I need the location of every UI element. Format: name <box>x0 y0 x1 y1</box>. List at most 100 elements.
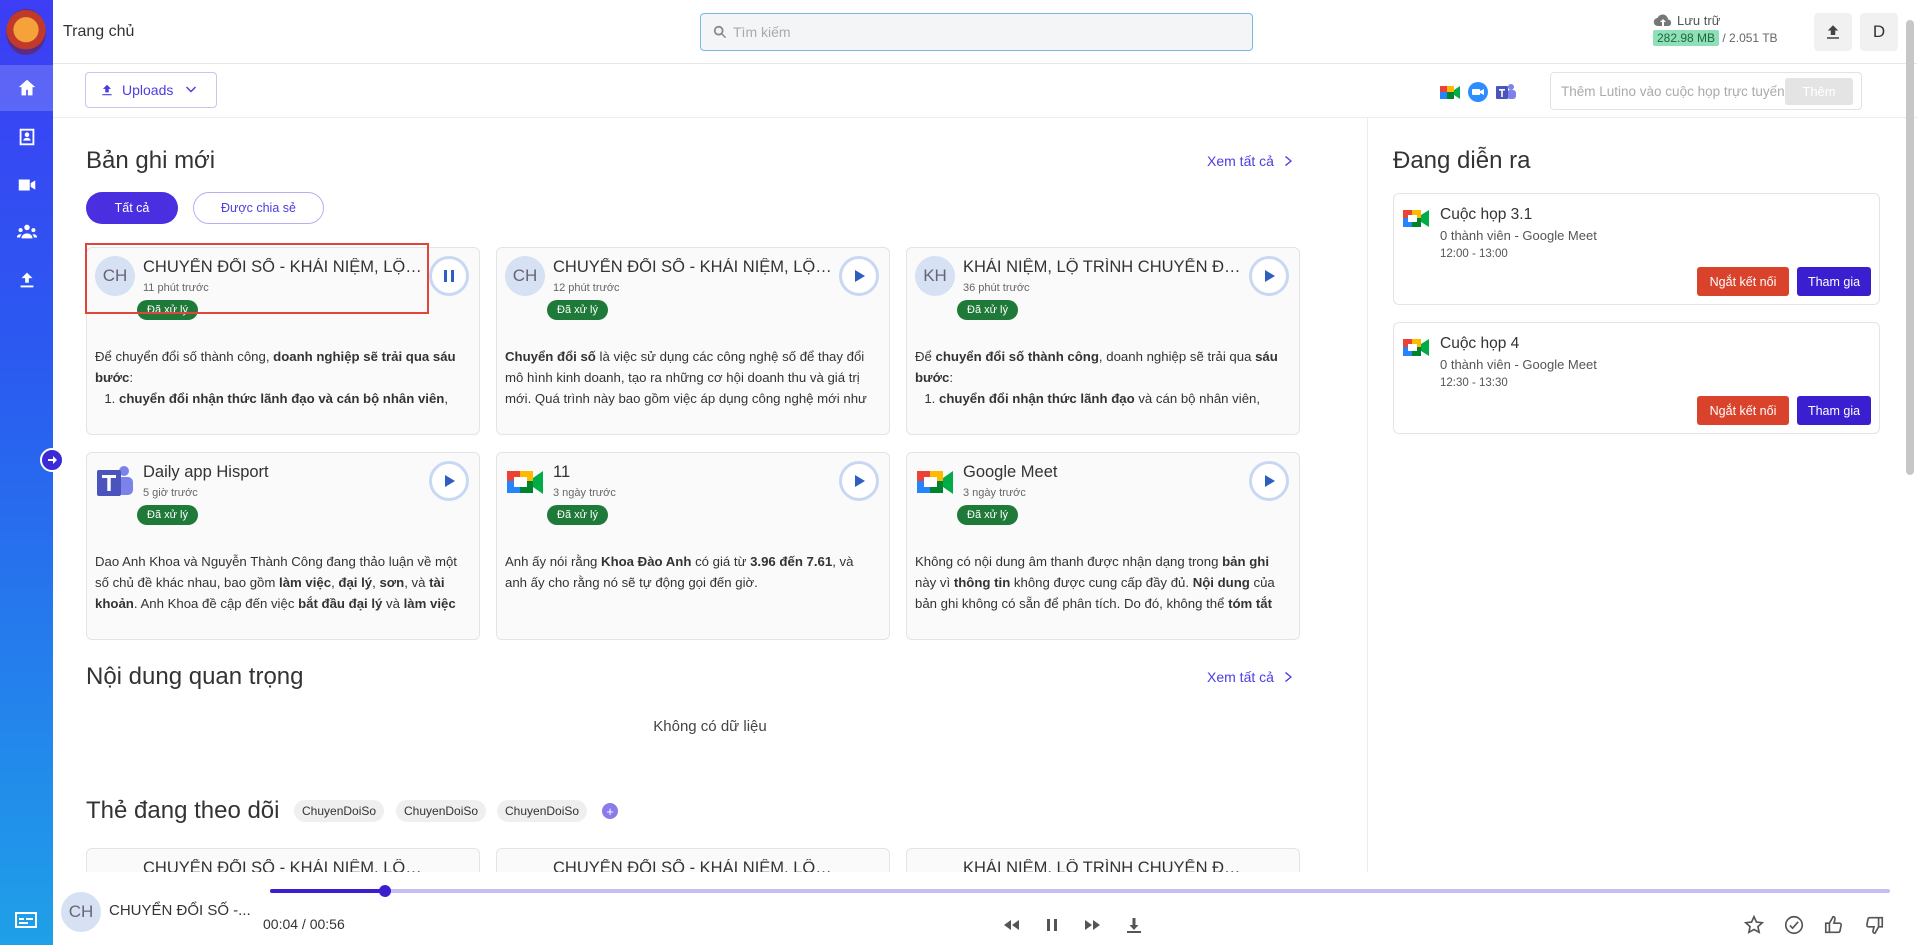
thumbs-down-icon <box>1865 916 1884 935</box>
teams-icon <box>97 466 133 496</box>
play-button[interactable] <box>1249 461 1289 501</box>
tags-title: Thẻ đang theo dõi <box>86 797 280 824</box>
star-button[interactable] <box>1743 914 1765 936</box>
play-button[interactable] <box>839 461 879 501</box>
meeting-link-input[interactable] <box>1561 83 1791 99</box>
card-summary: Anh ấy nói rằng Khoa Đào Anh có giá từ 3… <box>505 554 854 590</box>
page-scrollbar[interactable] <box>1906 20 1914 475</box>
pause-icon <box>444 270 454 282</box>
tag-chip[interactable]: ChuyenDoiSo <box>396 800 487 822</box>
rewind-button[interactable] <box>1001 915 1021 935</box>
star-icon <box>1743 914 1765 934</box>
join-button[interactable]: Tham gia <box>1797 396 1871 425</box>
status-badge: Đã xử lý <box>547 505 608 525</box>
important-see-all-link[interactable]: Xem tất cả <box>1207 669 1294 685</box>
tag-chip[interactable]: ChuyenDoiSo <box>294 800 385 822</box>
thumbs-up-icon <box>1824 915 1843 934</box>
dislike-button[interactable] <box>1863 914 1885 936</box>
expand-sidebar-button[interactable] <box>40 448 64 472</box>
avatar: CH <box>61 892 101 932</box>
status-badge: Đã xử lý <box>547 300 608 320</box>
play-icon <box>1265 270 1275 282</box>
player-time: 00:04 / 00:56 <box>263 916 345 932</box>
see-all-label: Xem tất cả <box>1207 669 1274 685</box>
recent-see-all-link[interactable]: Xem tất cả <box>1207 153 1294 169</box>
live-title: Đang diễn ra <box>1393 147 1531 174</box>
search-box[interactable] <box>700 13 1253 51</box>
meeting-card[interactable]: Cuộc họp 3.1 0 thành viên - Google Meet … <box>1393 193 1880 305</box>
play-icon <box>855 475 865 487</box>
recent-title: Bản ghi mới <box>86 147 216 174</box>
recording-card[interactable]: KH KHÁI NIỆM, LỘ TRÌNH CHUYỂN ĐỔI SỐ... … <box>906 247 1300 435</box>
upload-icon <box>1827 25 1839 39</box>
upload-button[interactable] <box>1814 13 1852 51</box>
pause-button[interactable] <box>1042 915 1062 935</box>
uploads-dropdown[interactable]: Uploads <box>85 72 217 108</box>
see-all-label: Xem tất cả <box>1207 153 1274 169</box>
sidebar <box>0 0 53 945</box>
card-title[interactable]: Daily app Hisport <box>143 463 423 482</box>
recording-card[interactable]: Daily app Hisport 5 giờ trước Đã xử lý D… <box>86 452 480 640</box>
meeting-name: Cuộc họp 3.1 <box>1440 206 1533 223</box>
disconnect-button[interactable]: Ngắt kết nối <box>1697 267 1789 296</box>
card-title[interactable]: 11 <box>553 463 833 482</box>
user-avatar[interactable]: D <box>1860 13 1898 51</box>
status-badge: Đã xử lý <box>957 505 1018 525</box>
add-bot-button[interactable]: Thêm <box>1785 78 1853 105</box>
storage-label: Lưu trữ <box>1677 12 1721 28</box>
google-meet-icon <box>507 471 543 494</box>
play-icon <box>855 270 865 282</box>
recording-card[interactable]: Google Meet 3 ngày trước Đã xử lý Không … <box>906 452 1300 640</box>
zoom-icon[interactable] <box>1467 81 1489 103</box>
avatar: KH <box>915 256 955 296</box>
teams-icon[interactable] <box>1495 81 1517 103</box>
chevron-right-icon <box>1284 672 1292 682</box>
play-button[interactable] <box>429 461 469 501</box>
storage-total: / 2.051 TB <box>1722 31 1778 45</box>
filter-shared-tab[interactable]: Được chia sẻ <box>193 192 324 224</box>
progress-track[interactable] <box>270 889 1890 893</box>
card-title[interactable]: CHUYỂN ĐỔI SỐ - KHÁI NIỆM, LỘ TRÌN... <box>553 258 833 277</box>
important-title: Nội dung quan trọng <box>86 663 304 690</box>
disconnect-button[interactable]: Ngắt kết nối <box>1697 396 1789 425</box>
breadcrumb[interactable]: Trang chủ <box>63 23 134 41</box>
download-button[interactable] <box>1124 915 1144 935</box>
meeting-time: 12:30 - 13:30 <box>1440 377 1508 389</box>
tag-chip[interactable]: ChuyenDoiSo <box>497 800 588 822</box>
pause-button[interactable] <box>429 256 469 296</box>
fast-forward-button[interactable] <box>1083 915 1103 935</box>
caption-icon[interactable] <box>14 910 38 930</box>
home-icon[interactable] <box>0 65 53 111</box>
play-icon <box>1265 475 1275 487</box>
chevron-right-icon <box>1284 156 1292 166</box>
card-summary: Chuyển đổi số là việc sử dụng các công n… <box>505 349 867 406</box>
audio-player: CH CHUYỂN ĐỔI SỐ -... 00:04 / 00:56 <box>53 872 1917 945</box>
video-icon[interactable] <box>0 162 53 208</box>
player-title[interactable]: CHUYỂN ĐỔI SỐ -... <box>109 902 251 919</box>
add-tag-button[interactable]: + <box>602 803 618 819</box>
progress-handle[interactable] <box>379 885 391 897</box>
card-title[interactable]: Google Meet <box>963 463 1243 482</box>
like-button[interactable] <box>1823 914 1845 936</box>
progress-fill <box>270 889 385 893</box>
uploads-label: Uploads <box>122 82 174 98</box>
upload-icon[interactable] <box>0 257 53 303</box>
meeting-time: 12:00 - 13:00 <box>1440 248 1508 260</box>
meeting-card[interactable]: Cuộc họp 4 0 thành viên - Google Meet 12… <box>1393 322 1880 434</box>
play-button[interactable] <box>1249 256 1289 296</box>
mark-done-button[interactable] <box>1783 914 1805 936</box>
recording-card[interactable]: 11 3 ngày trước Đã xử lý Anh ấy nói rằng… <box>496 452 890 640</box>
play-button[interactable] <box>839 256 879 296</box>
app-logo[interactable] <box>6 9 46 55</box>
google-meet-icon[interactable] <box>1439 81 1461 103</box>
card-title[interactable]: KHÁI NIỆM, LỘ TRÌNH CHUYỂN ĐỔI SỐ... <box>963 258 1243 277</box>
filter-all-tab[interactable]: Tất cả <box>86 192 178 224</box>
contacts-icon[interactable] <box>0 114 53 160</box>
recording-card[interactable]: CH CHUYỂN ĐỔI SỐ - KHÁI NIỆM, LỘ TRÌN...… <box>496 247 890 435</box>
google-meet-icon <box>917 471 953 494</box>
storage-indicator: Lưu trữ 282.98 MB / 2.051 TB <box>1653 12 1778 46</box>
join-button[interactable]: Tham gia <box>1797 267 1871 296</box>
meeting-subtitle: 0 thành viên - Google Meet <box>1440 228 1597 243</box>
search-input[interactable] <box>733 24 1213 40</box>
team-icon[interactable] <box>0 209 53 255</box>
